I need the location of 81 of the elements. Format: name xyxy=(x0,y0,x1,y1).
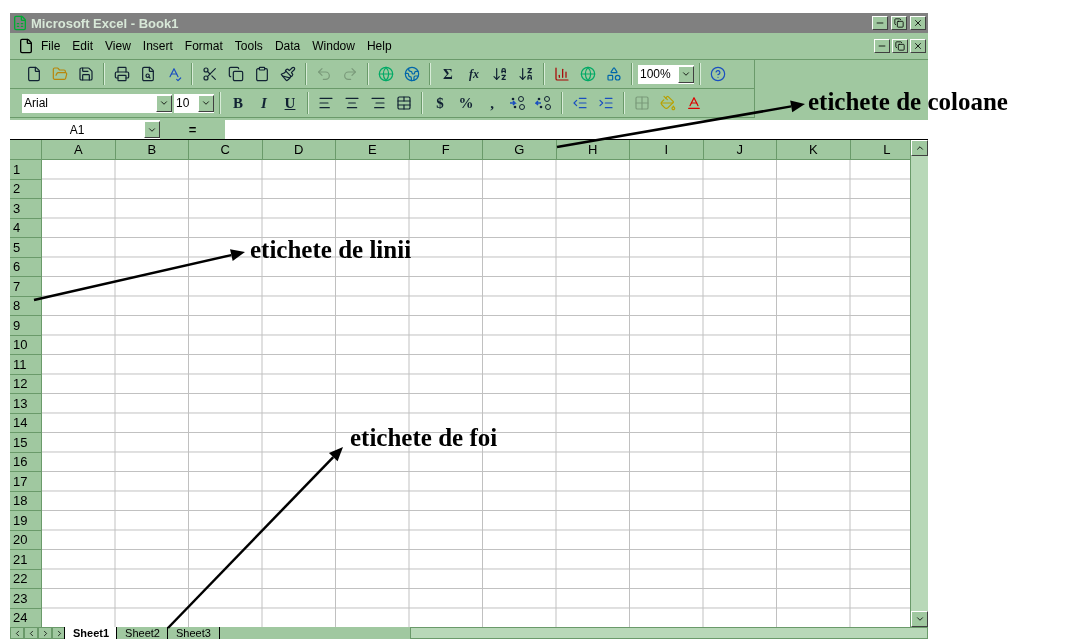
row-header[interactable]: 1 xyxy=(10,160,42,180)
row-header[interactable]: 18 xyxy=(10,491,42,511)
restore-button[interactable] xyxy=(892,39,908,53)
row-header[interactable]: 5 xyxy=(10,238,42,258)
menu-item[interactable]: Help xyxy=(361,37,397,55)
comma-button[interactable]: , xyxy=(480,92,504,114)
menu-item[interactable]: Format xyxy=(179,37,228,55)
autosum-button[interactable]: Σ xyxy=(436,63,460,85)
minimize-button[interactable] xyxy=(872,16,888,30)
annotation-label: etichete de linii xyxy=(250,236,412,264)
equals-label: = xyxy=(160,120,225,139)
row-header[interactable]: 4 xyxy=(10,218,42,238)
column-header[interactable]: C xyxy=(189,140,263,160)
row-header[interactable]: 16 xyxy=(10,452,42,472)
column-header[interactable]: D xyxy=(262,140,336,160)
column-header[interactable]: E xyxy=(336,140,410,160)
menu-item[interactable]: Data xyxy=(269,37,306,55)
close-icon xyxy=(913,18,923,28)
restore-icon xyxy=(895,41,905,51)
close-button[interactable] xyxy=(910,16,926,30)
row-header[interactable]: 3 xyxy=(10,199,42,219)
workbook-icon[interactable] xyxy=(18,38,34,54)
currency-button[interactable]: $ xyxy=(428,92,452,114)
column-header[interactable]: H xyxy=(556,140,630,160)
row-header[interactable]: 6 xyxy=(10,257,42,277)
restore-icon xyxy=(894,18,904,28)
excel-logo-icon xyxy=(12,15,28,31)
column-header[interactable]: K xyxy=(777,140,851,160)
column-header[interactable]: I xyxy=(630,140,704,160)
row-header[interactable]: 7 xyxy=(10,277,42,297)
row-header[interactable]: 13 xyxy=(10,394,42,414)
first-sheet-button[interactable] xyxy=(10,627,24,639)
row-header[interactable]: 15 xyxy=(10,433,42,453)
scroll-down-button[interactable] xyxy=(911,611,928,627)
row-header[interactable]: 17 xyxy=(10,472,42,492)
row-header[interactable]: 9 xyxy=(10,316,42,336)
percent-button[interactable]: % xyxy=(454,92,478,114)
close-icon xyxy=(913,41,923,51)
name-box[interactable]: A1 xyxy=(10,120,160,139)
horizontal-scrollbar[interactable] xyxy=(409,627,928,639)
row-header[interactable]: 2 xyxy=(10,179,42,199)
row-header[interactable]: 12 xyxy=(10,374,42,394)
bold-button[interactable]: B xyxy=(226,92,250,114)
menu-item[interactable]: Window xyxy=(307,37,360,55)
column-header[interactable]: F xyxy=(409,140,483,160)
minimize-button[interactable] xyxy=(874,39,890,53)
previous-sheet-button[interactable] xyxy=(24,627,38,639)
row-header[interactable]: 23 xyxy=(10,589,42,609)
row-header[interactable]: 22 xyxy=(10,569,42,589)
column-header[interactable]: G xyxy=(483,140,557,160)
sheet-tab[interactable]: Sheet1 xyxy=(64,627,119,639)
sheet-tab[interactable]: Sheet3 xyxy=(166,627,220,639)
restore-button[interactable] xyxy=(891,16,907,30)
scroll-up-button[interactable] xyxy=(911,140,928,156)
underline-button[interactable]: U xyxy=(278,92,302,114)
menu-item[interactable]: Insert xyxy=(137,37,178,55)
function-button[interactable]: fx xyxy=(462,63,486,85)
vertical-scrollbar[interactable] xyxy=(910,140,928,627)
column-header[interactable]: A xyxy=(42,140,116,160)
window-title: Microsoft Excel - Book1 xyxy=(31,15,180,31)
column-header[interactable]: J xyxy=(703,140,777,160)
next-sheet-button[interactable] xyxy=(38,627,52,639)
close-button[interactable] xyxy=(910,39,926,53)
italic-button[interactable]: I xyxy=(252,92,276,114)
menu-item[interactable]: Edit xyxy=(67,37,99,55)
annotation-label: etichete de coloane xyxy=(808,88,1008,116)
annotation-label: etichete de foi xyxy=(350,424,498,452)
row-header[interactable]: 11 xyxy=(10,355,42,375)
row-header[interactable]: 21 xyxy=(10,550,42,570)
menu-item[interactable]: File xyxy=(36,37,66,55)
row-header[interactable]: 20 xyxy=(10,530,42,550)
zoom-dropdown[interactable]: 100% xyxy=(638,64,694,84)
cell-grid[interactable] xyxy=(42,160,910,627)
row-header[interactable]: 14 xyxy=(10,413,42,433)
column-header[interactable]: B xyxy=(115,140,189,160)
font-dropdown[interactable]: Arial xyxy=(22,93,172,113)
font-size-dropdown[interactable]: 10 xyxy=(174,93,214,113)
menu-item[interactable]: View xyxy=(100,37,136,55)
row-header[interactable]: 10 xyxy=(10,335,42,355)
menu-item[interactable]: Tools xyxy=(229,37,268,55)
row-header[interactable]: 19 xyxy=(10,511,42,531)
